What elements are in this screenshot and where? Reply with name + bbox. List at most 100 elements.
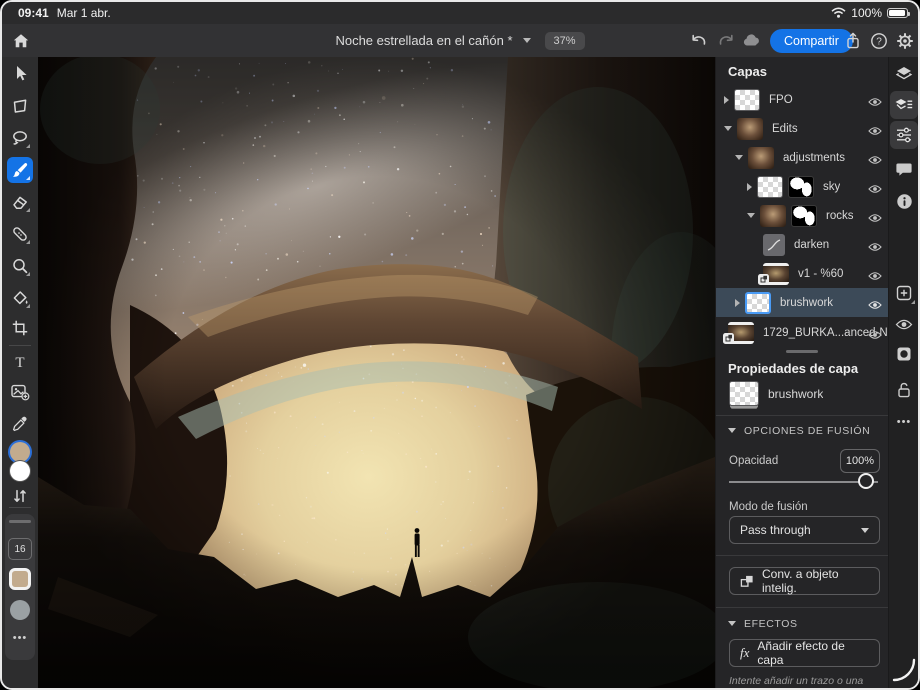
redo-button[interactable]: [713, 28, 739, 54]
brush-opacity-control[interactable]: [10, 600, 30, 620]
blend-mode-value: Pass through: [740, 523, 811, 537]
layer-properties-title: Propiedades de capa: [728, 361, 858, 376]
settings-button[interactable]: [892, 28, 918, 54]
cloud-sync-button[interactable]: [739, 28, 765, 54]
transform-icon: [10, 96, 30, 116]
layer-name: brushwork: [780, 297, 833, 309]
brush-size-value[interactable]: 16: [8, 538, 32, 560]
visibility-toggle[interactable]: [868, 152, 882, 170]
convert-smart-object-button[interactable]: Conv. a objeto intelig.: [729, 567, 880, 595]
layer-row-adjustments[interactable]: adjustments: [716, 143, 889, 172]
collapse-icon[interactable]: [735, 155, 743, 160]
layer-row-fpo[interactable]: FPO: [716, 85, 889, 114]
transform-tool[interactable]: [7, 93, 33, 119]
selected-layer-name: brushwork: [768, 387, 823, 401]
layer-row-1729[interactable]: 1729_BURKA...anced-NR33: [716, 318, 889, 347]
add-mask-button[interactable]: [890, 340, 918, 368]
type-tool[interactable]: T: [7, 349, 33, 375]
layer-row-sky[interactable]: sky: [716, 172, 889, 201]
lock-layer-button[interactable]: [890, 376, 918, 404]
subtool-indicator: [26, 240, 30, 244]
blend-mode-select[interactable]: Pass through: [729, 516, 880, 544]
visibility-toggle[interactable]: [868, 181, 882, 199]
smart-object-icon: [740, 574, 754, 589]
layer-row-v1[interactable]: v1 - %60: [716, 259, 889, 288]
blend-options-header[interactable]: OPCIONES DE FUSIÓN: [744, 425, 870, 437]
layers-flat-view-button[interactable]: [890, 60, 918, 88]
layer-row-edits[interactable]: Edits: [716, 114, 889, 143]
fx-icon: fx: [740, 645, 749, 661]
layer-name: darken: [794, 239, 829, 251]
opacity-slider[interactable]: [729, 481, 878, 483]
document-canvas[interactable]: [38, 57, 715, 688]
layer-visibility-button[interactable]: [890, 310, 918, 338]
visibility-toggle[interactable]: [868, 210, 882, 228]
document-title[interactable]: Noche estrellada en el cañón *: [335, 33, 512, 48]
visibility-toggle[interactable]: [868, 268, 882, 286]
foreground-color-swatch[interactable]: [10, 442, 30, 462]
add-layer-button[interactable]: [890, 279, 918, 307]
eyedropper-tool[interactable]: [7, 411, 33, 437]
add-layer-effect-button[interactable]: fx Añadir efecto de capa: [729, 639, 880, 667]
add-effect-label: Añadir efecto de capa: [757, 639, 869, 667]
layer-row-darken[interactable]: darken: [716, 230, 889, 259]
cloud-icon: [741, 31, 763, 51]
layer-thumbnail: [760, 205, 786, 227]
opacity-value[interactable]: 100%: [840, 449, 880, 473]
chevron-down-icon: [523, 38, 531, 43]
background-color-swatch[interactable]: [10, 461, 30, 481]
chevron-down-icon[interactable]: [728, 621, 736, 626]
convert-button-label: Conv. a objeto intelig.: [762, 567, 869, 595]
collapse-icon[interactable]: [747, 213, 755, 218]
crop-icon: [10, 318, 30, 338]
comments-button[interactable]: [890, 155, 918, 183]
layer-row-brushwork[interactable]: brushwork: [716, 288, 889, 317]
comment-icon: [894, 159, 914, 179]
lasso-select-tool[interactable]: [7, 125, 33, 151]
expand-icon[interactable]: [724, 96, 729, 104]
more-options-button[interactable]: •••: [5, 632, 35, 644]
selected-layer-chip: brushwork: [716, 379, 889, 408]
export-icon: [843, 31, 863, 51]
share-button-label: Compartir: [784, 34, 839, 48]
place-image-tool[interactable]: [7, 379, 33, 405]
retouch-tool[interactable]: [7, 253, 33, 279]
layer-name: FPO: [769, 94, 793, 106]
collapse-icon[interactable]: [724, 126, 732, 131]
undo-button[interactable]: [686, 28, 712, 54]
move-tool[interactable]: [7, 60, 33, 86]
swap-arrows-icon: [11, 487, 29, 505]
corner-gesture-arc: [890, 656, 916, 682]
divider: [716, 555, 889, 556]
chevron-down-icon[interactable]: [728, 428, 736, 433]
layer-thumbnail: [748, 147, 774, 169]
layer-properties-panel-button[interactable]: [890, 91, 918, 119]
opacity-slider-knob[interactable]: [858, 473, 874, 489]
brush-tool[interactable]: [7, 157, 33, 183]
crop-tool[interactable]: [7, 315, 33, 341]
visibility-toggle[interactable]: [868, 327, 882, 345]
brush-color-swatch[interactable]: [9, 568, 31, 590]
layer-row-rocks[interactable]: rocks: [716, 201, 889, 230]
eraser-tool[interactable]: [7, 189, 33, 215]
expand-icon[interactable]: [735, 299, 740, 307]
export-button[interactable]: [840, 28, 866, 54]
visibility-toggle[interactable]: [868, 239, 882, 257]
visibility-toggle[interactable]: [868, 123, 882, 141]
panel-resize-handle[interactable]: [786, 350, 818, 353]
adjustments-panel-button[interactable]: [890, 121, 918, 149]
zoom-level-badge[interactable]: 37%: [545, 32, 585, 50]
panel-drag-handle[interactable]: [9, 520, 31, 523]
visibility-toggle[interactable]: [868, 297, 882, 315]
help-button[interactable]: ?: [866, 28, 892, 54]
visibility-toggle[interactable]: [868, 94, 882, 112]
swap-colors-button[interactable]: [7, 483, 33, 509]
fill-tool[interactable]: [7, 285, 33, 311]
info-button[interactable]: [890, 187, 918, 215]
expand-icon[interactable]: [747, 183, 752, 191]
more-layer-options-button[interactable]: •••: [890, 408, 918, 436]
unlock-icon: [894, 380, 914, 400]
healing-tool[interactable]: [7, 221, 33, 247]
effects-hint-text: Intente añadir un trazo o una: [729, 675, 863, 687]
effects-header[interactable]: EFECTOS: [744, 618, 798, 630]
